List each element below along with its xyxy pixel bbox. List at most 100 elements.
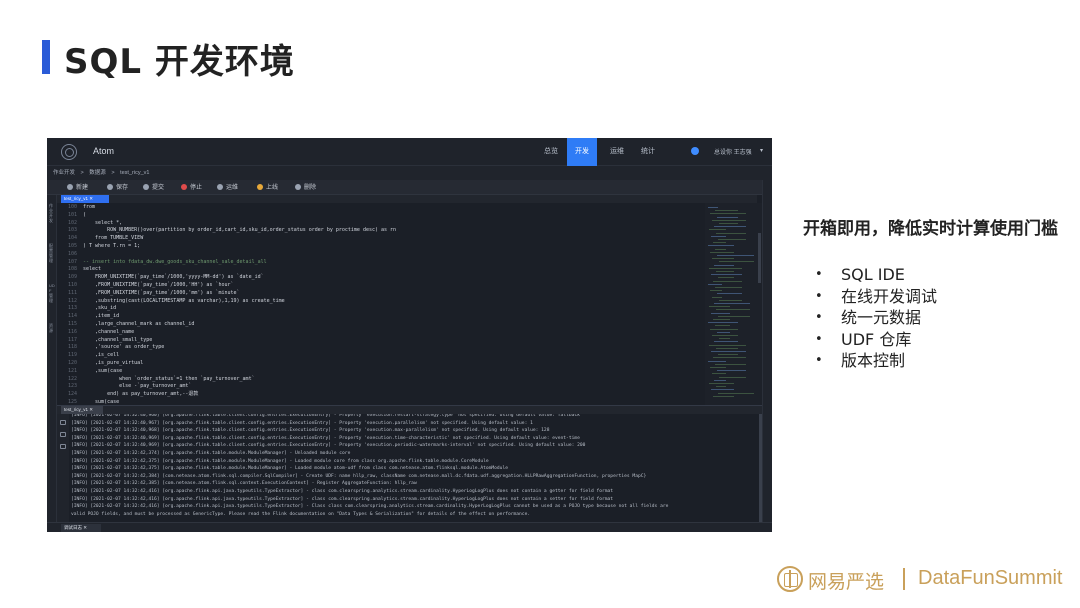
- editor-scrollbar[interactable]: [757, 203, 762, 405]
- code-line[interactable]: 107 -- insert into fdata_dw.dwe_goods_sku…: [57, 259, 267, 267]
- debug-log-panel[interactable]: [INFO] [2021-02-07 14:32:40,960] [org.ap…: [69, 414, 759, 522]
- rail-item-job-dev[interactable]: 作业开发: [49, 203, 55, 223]
- save-button[interactable]: 保存: [107, 183, 128, 193]
- log-tab[interactable]: test_ricy_v1 ✕: [61, 406, 103, 414]
- code-line[interactable]: 116 ,channel_name: [57, 329, 134, 337]
- delete-icon[interactable]: [60, 444, 66, 449]
- code-line[interactable]: 110 ,FROM_UNIXTIME(`pay_time`/1000,'HH')…: [57, 282, 234, 290]
- status-bar: 调试日志 ✕: [47, 522, 772, 532]
- feature-item: UDF 仓库: [815, 330, 937, 352]
- save-icon: [107, 184, 113, 190]
- line-number: 111: [67, 289, 77, 296]
- close-icon[interactable]: ✕: [89, 407, 93, 412]
- editor-toolbar: 新建 保存 提交 停止 运维 上线 删除: [47, 180, 772, 195]
- rail-item-config[interactable]: 配置管理: [49, 243, 55, 263]
- download-icon[interactable]: [60, 432, 66, 437]
- code-line[interactable]: 122 when `order_status`=1 then `pay_turn…: [57, 376, 255, 384]
- code-line[interactable]: 115 ,large_channel_mark as channel_id: [57, 321, 194, 329]
- chevron-down-icon[interactable]: ▾: [760, 147, 763, 154]
- minimap-line: [709, 229, 726, 231]
- nav-tab-ops[interactable]: 运维: [602, 138, 632, 166]
- code-line[interactable]: 101 (: [57, 212, 86, 220]
- minimap-line: [717, 293, 742, 295]
- line-number: 104: [67, 235, 77, 242]
- code-line[interactable]: 108 select: [57, 266, 101, 274]
- feature-list: SQL IDE 在线开发调试 统一元数据 UDF 仓库 版本控制: [815, 265, 937, 373]
- code-line[interactable]: 124 end) as pay_turnover_amt,--退款: [57, 391, 198, 399]
- yanxuan-logo-icon: [777, 566, 803, 592]
- close-icon[interactable]: ✕: [89, 196, 93, 201]
- cloud-upload-icon: [257, 184, 263, 190]
- breadcrumb-sep: >: [80, 170, 84, 176]
- code-line[interactable]: 109 FROM_UNIXTIME(`pay_time`/1000,'yyyy-…: [57, 274, 264, 282]
- editor-minimap[interactable]: [705, 203, 757, 405]
- minimap-line: [711, 389, 734, 391]
- nav-tab-overview[interactable]: 总览: [536, 138, 566, 166]
- editor-tab[interactable]: test_ricy_v1 ✕: [61, 195, 109, 203]
- breadcrumb: 作业开发 > 数据源 > test_ricy_v1: [47, 166, 772, 180]
- code-line[interactable]: 100 from: [57, 204, 95, 212]
- info-icon[interactable]: [691, 147, 699, 155]
- ops-button[interactable]: 运维: [217, 183, 238, 193]
- nav-tab-stats[interactable]: 统计: [633, 138, 663, 166]
- code-text: (: [83, 211, 87, 218]
- publish-button[interactable]: 上线: [257, 183, 278, 193]
- breadcrumb-item[interactable]: 作业开发: [53, 170, 75, 176]
- sql-editor[interactable]: 100 from 101(102 select *, 103 ROW_NUMBER()…: [57, 203, 705, 405]
- slide-title: SQL 开发环境: [64, 42, 295, 82]
- code-line[interactable]: 102 select *,: [57, 220, 122, 228]
- code-line[interactable]: 120 ,is_pure_virtual: [57, 360, 143, 368]
- code-line[interactable]: 119 ,is_cell: [57, 352, 119, 360]
- breadcrumb-sep: >: [111, 170, 115, 176]
- add-icon: [67, 184, 73, 190]
- line-number: 122: [67, 375, 77, 382]
- ops-icon: [217, 184, 223, 190]
- minimap-line: [716, 309, 750, 311]
- code-line[interactable]: 113 ,sku_id: [57, 305, 116, 313]
- user-menu[interactable]: 总设你 王志强: [714, 147, 752, 156]
- minimap-line: [717, 255, 754, 256]
- breadcrumb-item[interactable]: test_ricy_v1: [120, 170, 149, 176]
- rail-item-resource[interactable]: 资源: [49, 323, 55, 333]
- code-text: else -`pay_turnover_amt`: [83, 383, 192, 390]
- breadcrumb-item[interactable]: 数据源: [89, 170, 106, 176]
- line-number: 123: [67, 383, 77, 390]
- nav-tab-develop[interactable]: 开发: [567, 138, 597, 166]
- code-line[interactable]: 105) T where T.rn = 1;: [57, 243, 140, 251]
- minimap-line: [716, 386, 726, 388]
- code-line[interactable]: 104 from TUMBLE_VIEW: [57, 235, 143, 243]
- new-button[interactable]: 新建: [67, 183, 88, 193]
- close-icon[interactable]: ✕: [83, 525, 87, 530]
- minimap-line: [712, 335, 738, 336]
- right-rail[interactable]: [762, 180, 772, 532]
- code-text: ,'source' as order_type: [83, 344, 165, 351]
- code-text: when `order_status`=1 then `pay_turnover…: [83, 375, 255, 382]
- line-number: 115: [67, 321, 77, 327]
- rail-item-udf[interactable]: UDF管理: [49, 283, 55, 303]
- minimap-line: [710, 328, 738, 330]
- log-scrollbar[interactable]: [759, 414, 762, 522]
- debug-log-tab[interactable]: 调试日志 ✕: [61, 524, 101, 532]
- code-line[interactable]: 103 ROW_NUMBER()over(partition by order_…: [57, 227, 396, 235]
- code-line[interactable]: 111 ,FROM_UNIXTIME(`pay_time`/1000,'mm')…: [57, 290, 240, 298]
- code-text: ,substring(cast(LOCALTIMESTAMP as varcha…: [83, 297, 285, 304]
- delete-button[interactable]: 删除: [295, 183, 316, 193]
- minimap-line: [713, 357, 746, 359]
- stop-button[interactable]: 停止: [181, 183, 202, 193]
- code-line[interactable]: 121 ,sum(case: [57, 368, 122, 376]
- code-text: select: [83, 266, 102, 273]
- code-line[interactable]: 117 ,channel_small_type: [57, 337, 152, 345]
- minimap-line: [712, 219, 746, 221]
- code-line[interactable]: 112 ,substring(cast(LOCALTIMESTAMP as va…: [57, 298, 285, 306]
- code-line[interactable]: 114 ,item_id: [57, 313, 119, 321]
- code-text: ,is_cell: [83, 352, 120, 359]
- code-line[interactable]: 106: [57, 251, 83, 259]
- line-number: 116: [67, 328, 77, 335]
- line-number: 114: [67, 313, 77, 320]
- submit-button[interactable]: 提交: [143, 183, 164, 193]
- minimap-line: [709, 383, 734, 384]
- clear-log-icon[interactable]: [60, 420, 66, 425]
- minimap-line: [712, 373, 726, 375]
- minimap-line: [714, 379, 726, 381]
- code-line[interactable]: 118 ,'source' as order_type: [57, 344, 164, 352]
